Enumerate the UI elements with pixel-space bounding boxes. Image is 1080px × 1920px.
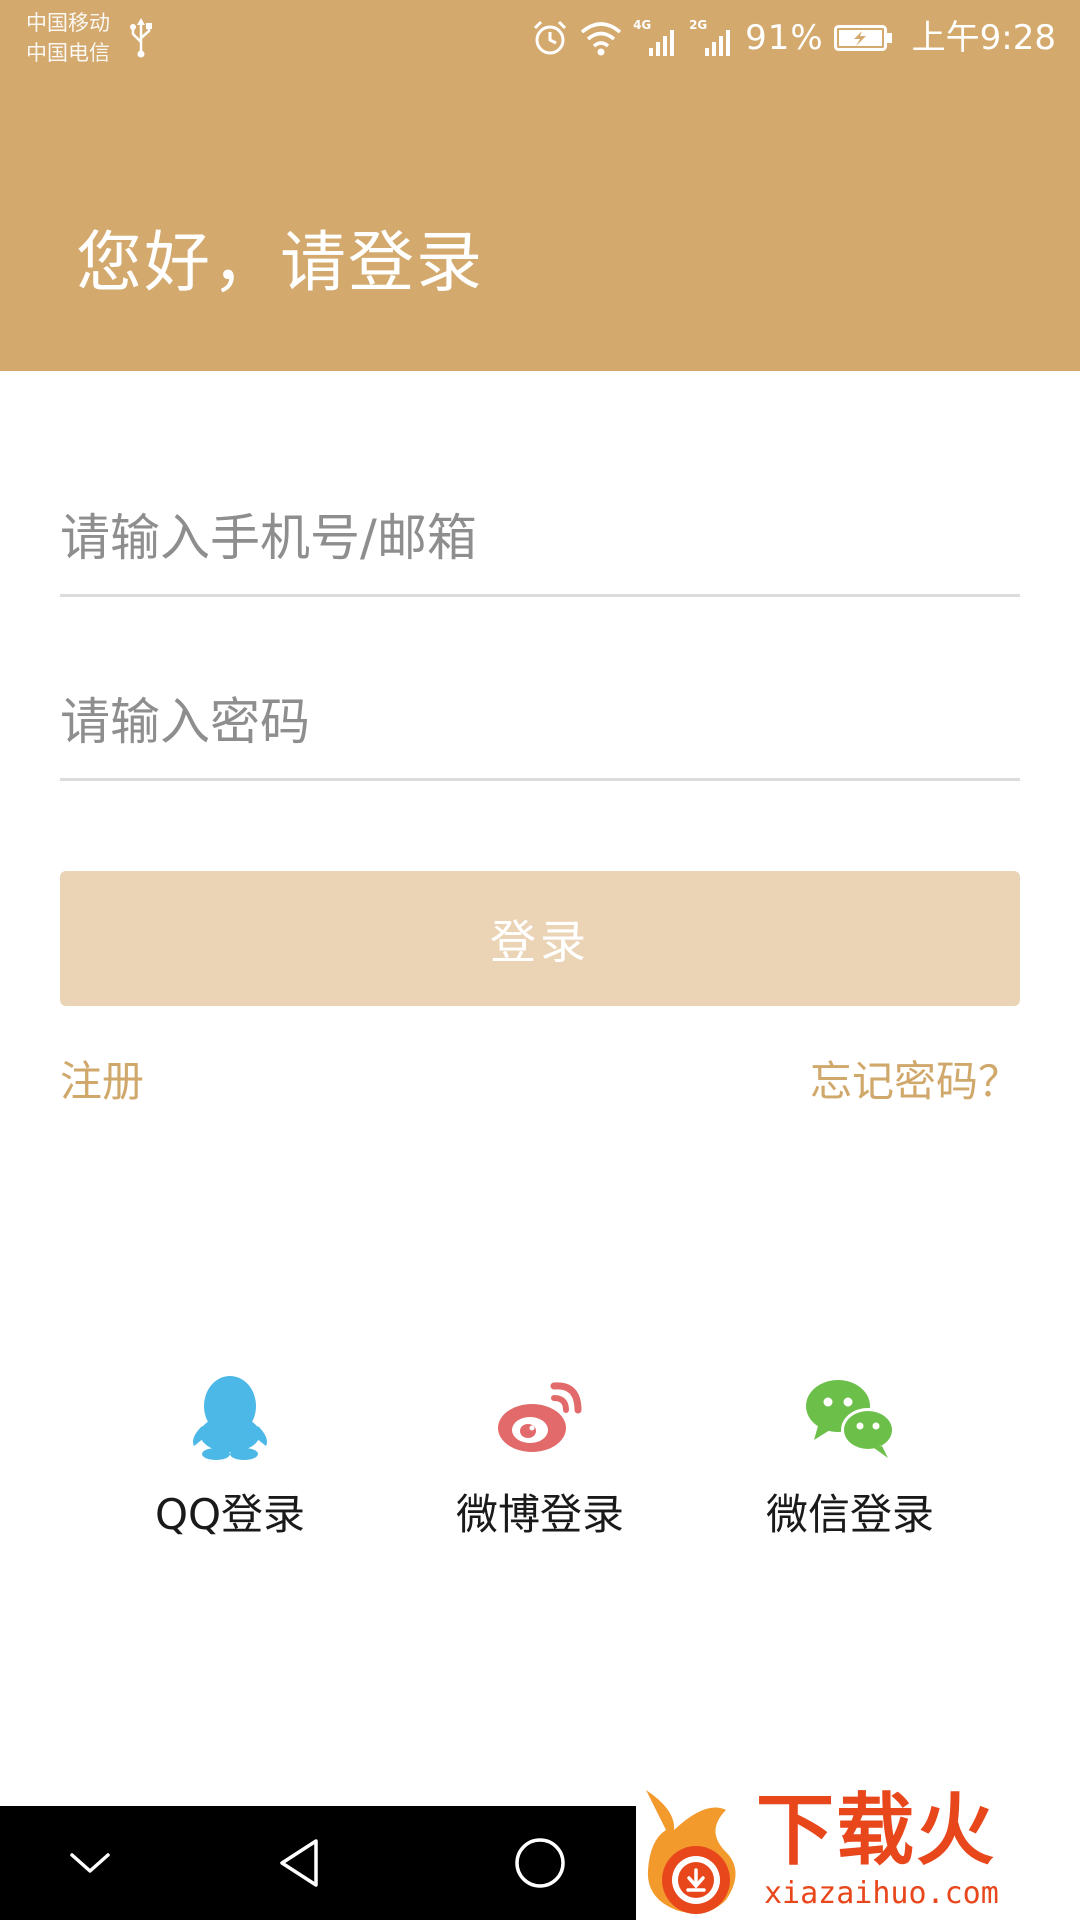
flame-logo-icon [646,1790,736,1914]
account-input[interactable] [60,482,1020,594]
carrier-info: 中国移动 中国电信 [26,8,110,68]
back-icon [280,1839,318,1887]
wifi-icon [580,22,622,56]
battery-percent: 91% [745,18,824,58]
alarm-icon [534,20,567,55]
wechat-login-label: 微信登录 [765,1490,934,1539]
forgot-password-link[interactable]: 忘记密码？ [810,1052,1020,1112]
wechat-icon [806,1380,895,1458]
wechat-login-button[interactable]: 微信登录 [730,1368,970,1548]
signal-4g: 4G [633,18,679,58]
signal-2g: 2G [689,18,735,58]
qq-login-label: QQ登录 [154,1490,306,1539]
status-bar: 中国移动 中国电信 4G 2G 91% 上午9:28 [0,0,1080,75]
status-time: 上午9:28 [911,18,1056,58]
carrier-2-label: 中国电信 [26,41,110,65]
weibo-login-label: 微博登录 [455,1490,624,1539]
qq-penguin-icon [193,1376,267,1460]
qq-login-button[interactable]: QQ登录 [110,1368,350,1548]
signal-icon [705,30,731,56]
weibo-icon [498,1382,582,1452]
home-button[interactable] [480,1806,600,1920]
header: 中国移动 中国电信 4G 2G 91% 上午9:28 您好，请登录 [0,0,1080,371]
home-icon [515,1838,565,1888]
signal-icon [649,30,675,56]
account-field [60,482,1020,597]
password-input[interactable] [60,666,1020,778]
hide-keyboard-button[interactable] [30,1806,150,1920]
watermark: 下载火 xiazaihuo.com [636,1780,1080,1920]
register-link[interactable]: 注册 [60,1052,144,1112]
weibo-login-button[interactable]: 微博登录 [420,1368,660,1548]
watermark-url: xiazaihuo.com [764,1876,999,1911]
back-button[interactable] [240,1806,360,1920]
carrier-1-label: 中国移动 [26,11,110,35]
status-icons: 4G 2G 91% 上午9:28 [531,14,1056,62]
battery-charging-icon [833,25,892,51]
watermark-logo-text: 下载火 [756,1786,997,1876]
login-button[interactable]: 登录 [60,871,1020,1006]
password-field [60,666,1020,781]
hide-keyboard-icon [70,1853,110,1873]
usb-icon [130,18,152,58]
page-title: 您好，请登录 [76,224,484,301]
